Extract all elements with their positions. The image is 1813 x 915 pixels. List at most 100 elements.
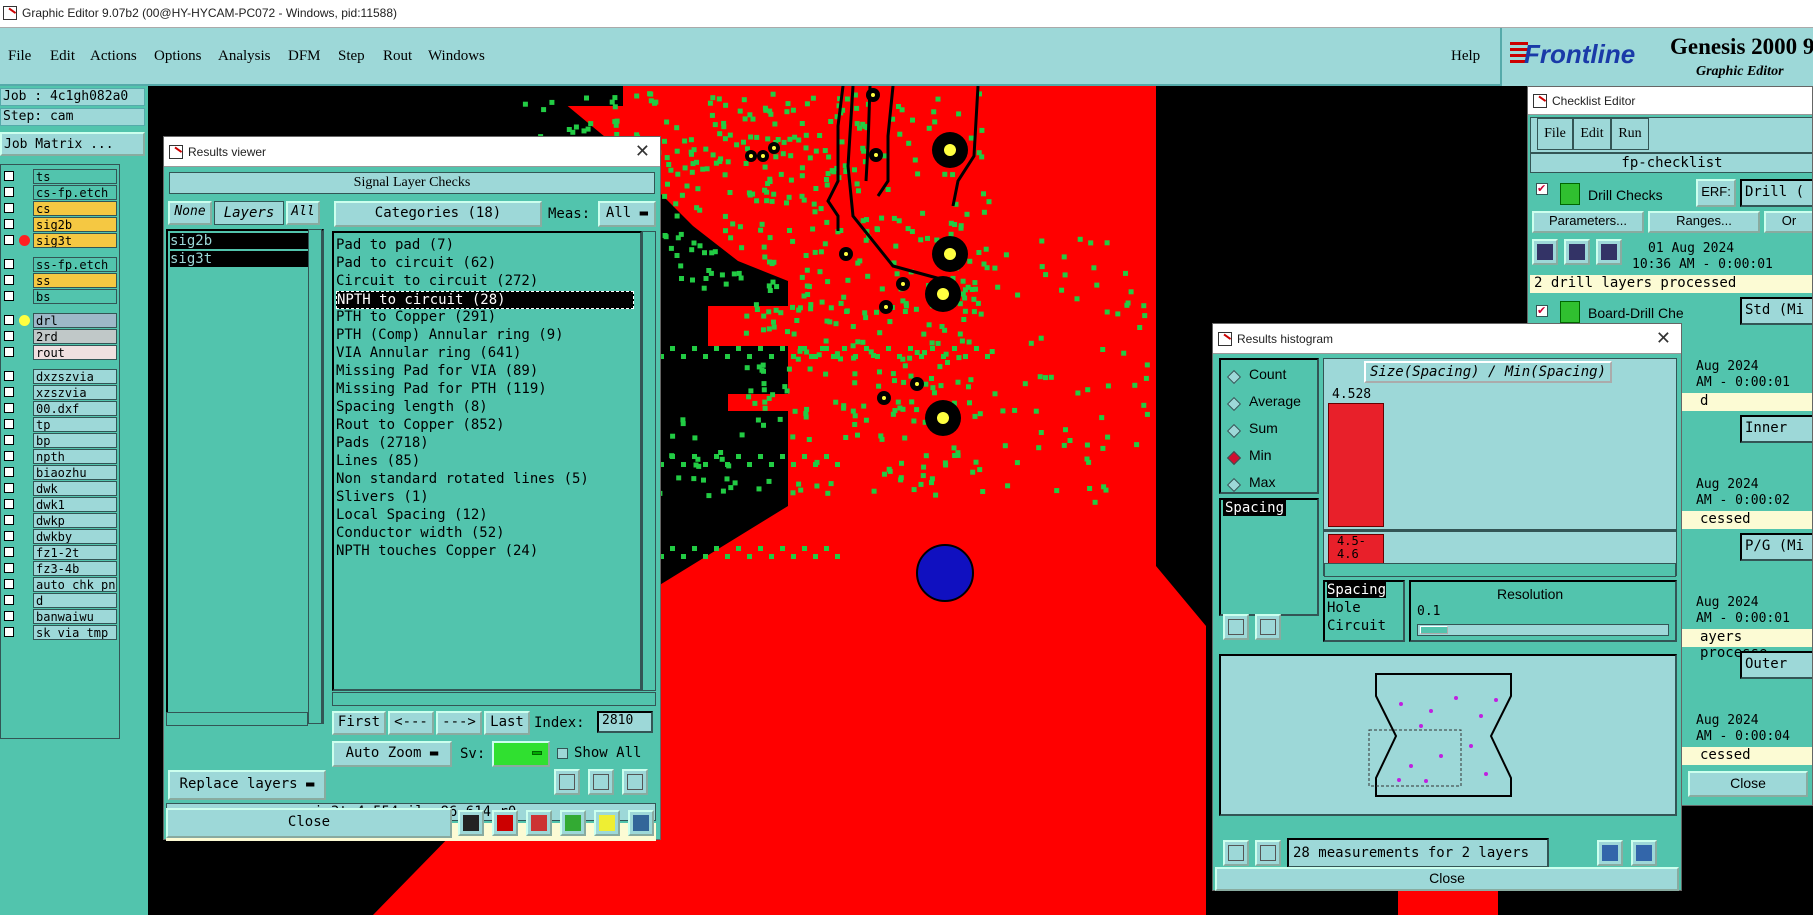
category-item[interactable]: Pad to circuit (62) [336,255,496,271]
ranges-button[interactable]: Ranges... [1648,211,1760,233]
notes-button[interactable] [594,810,620,836]
measure-item[interactable]: Spacing [1223,500,1287,516]
index-input[interactable]: 2810 [597,711,653,733]
layer-row[interactable]: d [1,593,119,608]
menu-options[interactable]: Options [154,48,202,65]
show-all-checkbox[interactable] [557,748,568,759]
layer-checkbox[interactable] [4,547,14,557]
result-layer-item[interactable]: sig2b [170,233,308,249]
zoom-select-button[interactable] [1631,840,1657,866]
layer-row[interactable]: banwaiwu [1,609,119,624]
layer-checkbox[interactable] [4,259,14,269]
category-item[interactable]: PTH to Copper (291) [336,309,496,325]
layer-checkbox[interactable] [4,563,14,573]
layer-row[interactable]: dwkp [1,513,119,528]
category-item[interactable]: NPTH touches Copper (24) [336,543,538,559]
histogram-hscrollbar[interactable] [1324,563,1676,577]
image-button[interactable] [492,810,518,836]
category-item[interactable]: Spacing length (8) [336,399,488,415]
menu-help[interactable]: Help [1451,48,1480,65]
layer-checkbox[interactable] [4,331,14,341]
sum-radio[interactable] [1226,423,1242,439]
category-item[interactable]: NPTH to circuit (28) [336,291,634,309]
npth-hole[interactable] [916,544,974,602]
layer-row[interactable]: 2rd [1,329,119,344]
first-button[interactable]: First [332,711,386,735]
job-matrix-button[interactable]: Job Matrix ... [0,132,145,156]
run-checks-button[interactable] [1564,239,1590,265]
histogram-button[interactable] [628,810,654,836]
average-radio[interactable] [1226,396,1242,412]
histogram-bar[interactable] [1328,403,1384,527]
drill-checks-checkbox[interactable]: ✔ [1536,183,1548,195]
layer-row[interactable]: sig2b [1,217,119,232]
layer-checkbox[interactable] [4,595,14,605]
layer-row[interactable]: ss-fp.etch [1,257,119,272]
menu-file[interactable]: File [8,48,31,65]
category-item[interactable]: Local Spacing (12) [336,507,488,523]
layer-checkbox[interactable] [4,419,14,429]
categories-label[interactable]: Categories (18) [334,201,542,227]
layer-checkbox[interactable] [4,203,14,213]
layer-row[interactable]: xzszvia [1,385,119,400]
layer-checkbox[interactable] [4,467,14,477]
result-layer-item[interactable]: sig3t [170,251,308,267]
category-item[interactable]: Lines (85) [336,453,420,469]
checklist-button[interactable] [560,810,586,836]
close-icon[interactable]: ✕ [635,141,650,162]
type-item[interactable]: Hole [1327,600,1361,616]
close-icon[interactable]: ✕ [1656,328,1671,349]
layer-checkbox[interactable] [4,403,14,413]
layer-checkbox[interactable] [4,579,14,589]
layer-list-scrollbar[interactable] [308,229,322,724]
categories-scrollbar[interactable] [642,231,656,691]
menu-analysis[interactable]: Analysis [218,48,271,65]
layer-checkbox[interactable] [4,451,14,461]
layer-row[interactable]: dwkby [1,529,119,544]
layer-row[interactable]: rout [1,345,119,360]
layer-checkbox[interactable] [4,235,14,245]
count-radio[interactable] [1226,369,1242,385]
run-checks-button[interactable] [1532,239,1558,265]
delete-marks-button[interactable] [526,810,552,836]
menu-windows[interactable]: Windows [428,48,485,65]
replace-layers-dropdown[interactable]: Replace layers ▬ [168,770,326,800]
layer-row[interactable]: bp [1,433,119,448]
category-item[interactable]: Circuit to circuit (272) [336,273,538,289]
histogram-del-button[interactable] [1223,614,1249,640]
max-radio[interactable] [1226,477,1242,493]
layer-row[interactable]: bs [1,289,119,304]
layer-row[interactable]: drl [1,313,119,328]
zoom-fit-button[interactable] [1597,840,1623,866]
layer-checkbox[interactable] [4,291,14,301]
categories-hscrollbar[interactable] [332,692,656,706]
layer-row[interactable]: ts [1,169,119,184]
layer-row[interactable]: dxzszvia [1,369,119,384]
layer-row[interactable]: npth [1,449,119,464]
layer-checkbox[interactable] [4,515,14,525]
category-item[interactable]: Non standard rotated lines (5) [336,471,589,487]
type-item[interactable]: Circuit [1327,618,1386,634]
layer-checkbox[interactable] [4,531,14,541]
category-item[interactable]: Slivers (1) [336,489,429,505]
prev-button[interactable]: <--- [388,711,434,735]
layer-row[interactable]: biaozhu [1,465,119,480]
menu-dfm[interactable]: DFM [288,48,321,65]
category-item[interactable]: Rout to Copper (852) [336,417,505,433]
menu-rout[interactable]: Rout [383,48,412,65]
layer-checkbox[interactable] [4,435,14,445]
layer-row[interactable]: sig3t [1,233,119,248]
category-item[interactable]: Conductor width (52) [336,525,505,541]
layer-checkbox[interactable] [4,371,14,381]
checklist-menu-edit[interactable]: Edit [1573,118,1611,150]
layer-row[interactable]: tp [1,417,119,432]
layer-list-hscrollbar[interactable] [166,712,308,726]
meas-dropdown[interactable]: All ▬ [598,201,656,227]
layer-row[interactable]: fz1-2t [1,545,119,560]
type-item[interactable]: Spacing [1327,582,1387,598]
category-item[interactable]: Pad to pad (7) [336,237,454,253]
category-item[interactable]: Missing Pad for PTH (119) [336,381,547,397]
layer-row[interactable]: cs-fp.etch [1,185,119,200]
layer-checkbox[interactable] [4,275,14,285]
layer-checkbox[interactable] [4,187,14,197]
